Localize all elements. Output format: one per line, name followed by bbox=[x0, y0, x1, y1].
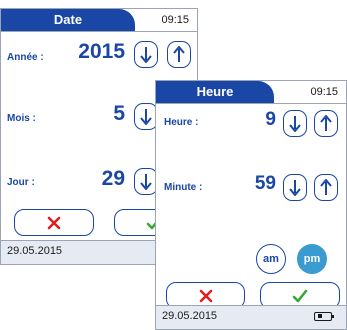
title-bar: Date 09:15 bbox=[1, 9, 197, 32]
clock: 09:15 bbox=[310, 86, 338, 98]
arrow-down-icon bbox=[140, 174, 152, 190]
arrow-down-icon bbox=[140, 109, 152, 125]
minute-increase-button[interactable] bbox=[314, 174, 338, 201]
cancel-button[interactable] bbox=[14, 209, 94, 236]
minute-label: Minute : bbox=[164, 182, 203, 193]
year-label: Année : bbox=[7, 52, 44, 63]
arrow-down-icon bbox=[289, 180, 301, 196]
arrow-down-icon bbox=[140, 47, 152, 63]
time-settings-screen: Heure 09:15 Heure : 9 Minute : 59 am pm … bbox=[155, 80, 347, 330]
arrow-up-icon bbox=[320, 115, 332, 131]
checkmark-icon bbox=[292, 289, 308, 302]
hour-increase-button[interactable] bbox=[314, 110, 338, 137]
cross-icon bbox=[199, 289, 212, 302]
screen-title: Heure bbox=[156, 81, 274, 103]
day-label: Jour : bbox=[7, 177, 35, 188]
cross-icon bbox=[47, 216, 61, 229]
arrow-up-icon bbox=[320, 179, 332, 195]
clock: 09:15 bbox=[161, 14, 189, 26]
month-value: 5 bbox=[113, 102, 125, 125]
year-increase-button[interactable] bbox=[167, 41, 191, 68]
minute-decrease-button[interactable] bbox=[283, 174, 307, 201]
title-bar: Heure 09:15 bbox=[156, 81, 346, 104]
hour-value: 9 bbox=[265, 109, 276, 130]
status-bar: 29.05.2015 bbox=[156, 305, 346, 329]
hour-label: Heure : bbox=[164, 117, 199, 128]
month-label: Mois : bbox=[7, 113, 36, 124]
year-value: 2015 bbox=[78, 40, 125, 63]
pm-button[interactable]: pm bbox=[297, 244, 327, 274]
status-date: 29.05.2015 bbox=[7, 245, 63, 257]
battery-icon bbox=[314, 312, 334, 321]
year-decrease-button[interactable] bbox=[134, 41, 158, 68]
screen-title: Date bbox=[1, 9, 135, 31]
am-button[interactable]: am bbox=[256, 244, 286, 274]
status-date: 29.05.2015 bbox=[162, 310, 218, 322]
arrow-up-icon bbox=[173, 46, 185, 62]
arrow-down-icon bbox=[289, 116, 301, 132]
day-value: 29 bbox=[101, 167, 125, 190]
minute-value: 59 bbox=[254, 173, 276, 194]
hour-decrease-button[interactable] bbox=[283, 110, 307, 137]
